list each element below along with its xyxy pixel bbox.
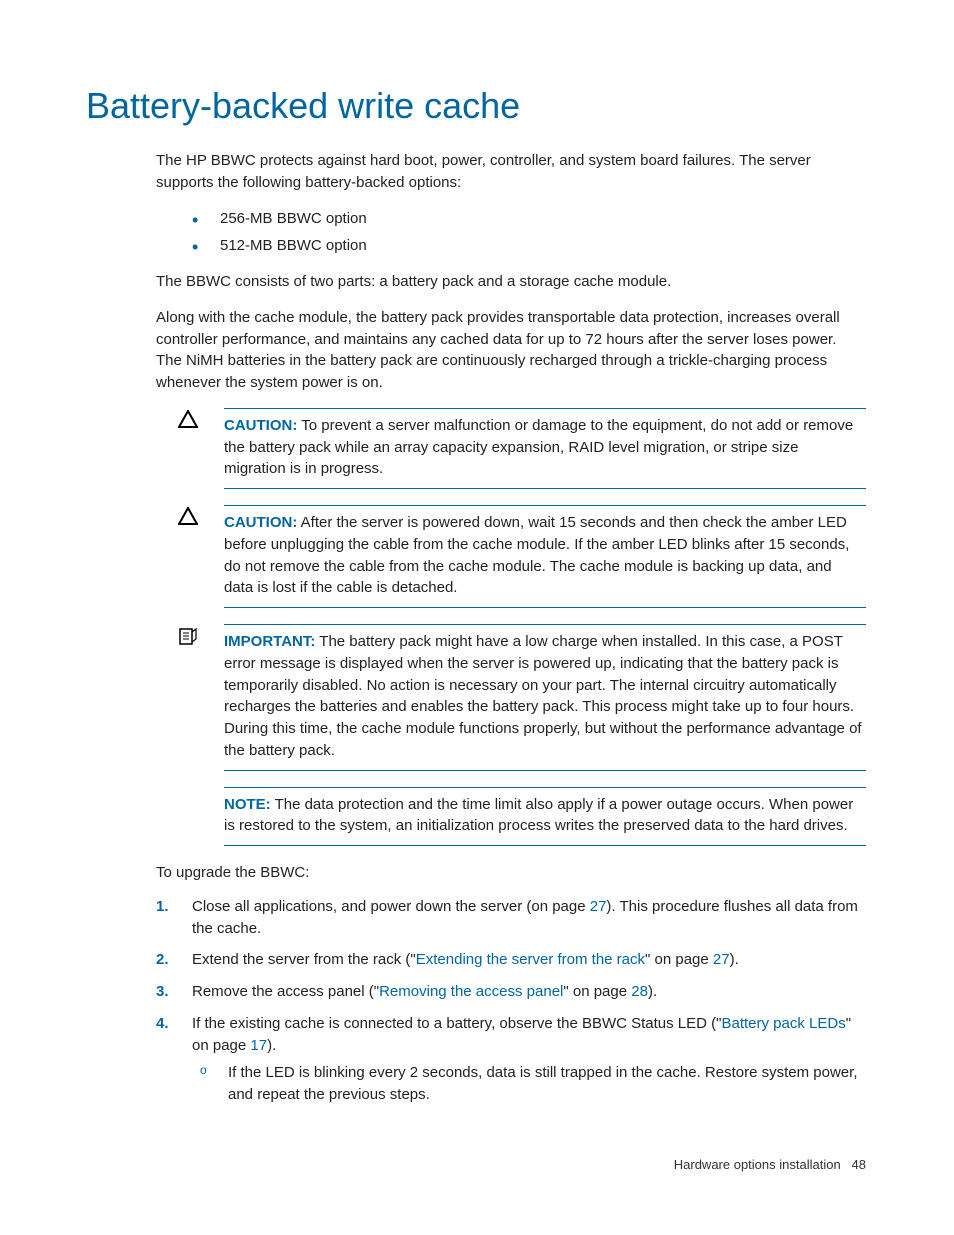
sub-item: If the LED is blinking every 2 seconds, … (200, 1062, 866, 1106)
important-callout: IMPORTANT: The battery pack might have a… (178, 624, 866, 771)
page-footer: Hardware options installation 48 (674, 1156, 866, 1175)
caution-icon (178, 505, 224, 532)
caution-text: After the server is powered down, wait 1… (224, 514, 849, 596)
page-link[interactable]: 17 (250, 1037, 267, 1054)
options-list: 256-MB BBWC option 512-MB BBWC option (192, 208, 866, 258)
list-item: 256-MB BBWC option (192, 208, 866, 230)
body-paragraph: The BBWC consists of two parts: a batter… (156, 271, 866, 293)
note-text: The data protection and the time limit a… (224, 796, 853, 835)
cross-ref-link[interactable]: Battery pack LEDs (721, 1015, 845, 1032)
page-link[interactable]: 27 (713, 951, 730, 968)
note-callout: NOTE: The data protection and the time l… (178, 787, 866, 847)
step-item: If the existing cache is connected to a … (156, 1013, 866, 1106)
intro-text: The HP BBWC protects against hard boot, … (156, 150, 866, 194)
list-item: 512-MB BBWC option (192, 235, 866, 257)
cross-ref-link[interactable]: Removing the access panel (379, 983, 563, 1000)
footer-page: 48 (852, 1157, 866, 1172)
step-item: Remove the access panel ("Removing the a… (156, 981, 866, 1003)
sub-list: If the LED is blinking every 2 seconds, … (200, 1062, 866, 1106)
step-item: Extend the server from the rack ("Extend… (156, 949, 866, 971)
page-title: Battery-backed write cache (86, 80, 866, 132)
caution-callout: CAUTION: After the server is powered dow… (178, 505, 866, 608)
caution-text: To prevent a server malfunction or damag… (224, 417, 853, 478)
steps-list: Close all applications, and power down t… (156, 896, 866, 1106)
important-label: IMPORTANT: (224, 633, 315, 650)
note-icon-empty (178, 787, 224, 789)
caution-label: CAUTION: (224, 417, 297, 434)
page-link[interactable]: 27 (590, 898, 607, 915)
body-paragraph: Along with the cache module, the battery… (156, 307, 866, 394)
upgrade-intro: To upgrade the BBWC: (156, 862, 866, 884)
footer-section: Hardware options installation (674, 1157, 841, 1172)
caution-label: CAUTION: (224, 514, 297, 531)
important-text: The battery pack might have a low charge… (224, 633, 862, 759)
page-link[interactable]: 28 (631, 983, 648, 1000)
note-label: NOTE: (224, 796, 271, 813)
important-icon (178, 624, 224, 653)
caution-icon (178, 408, 224, 435)
cross-ref-link[interactable]: Extending the server from the rack (416, 951, 645, 968)
step-item: Close all applications, and power down t… (156, 896, 866, 940)
caution-callout: CAUTION: To prevent a server malfunction… (178, 408, 866, 489)
